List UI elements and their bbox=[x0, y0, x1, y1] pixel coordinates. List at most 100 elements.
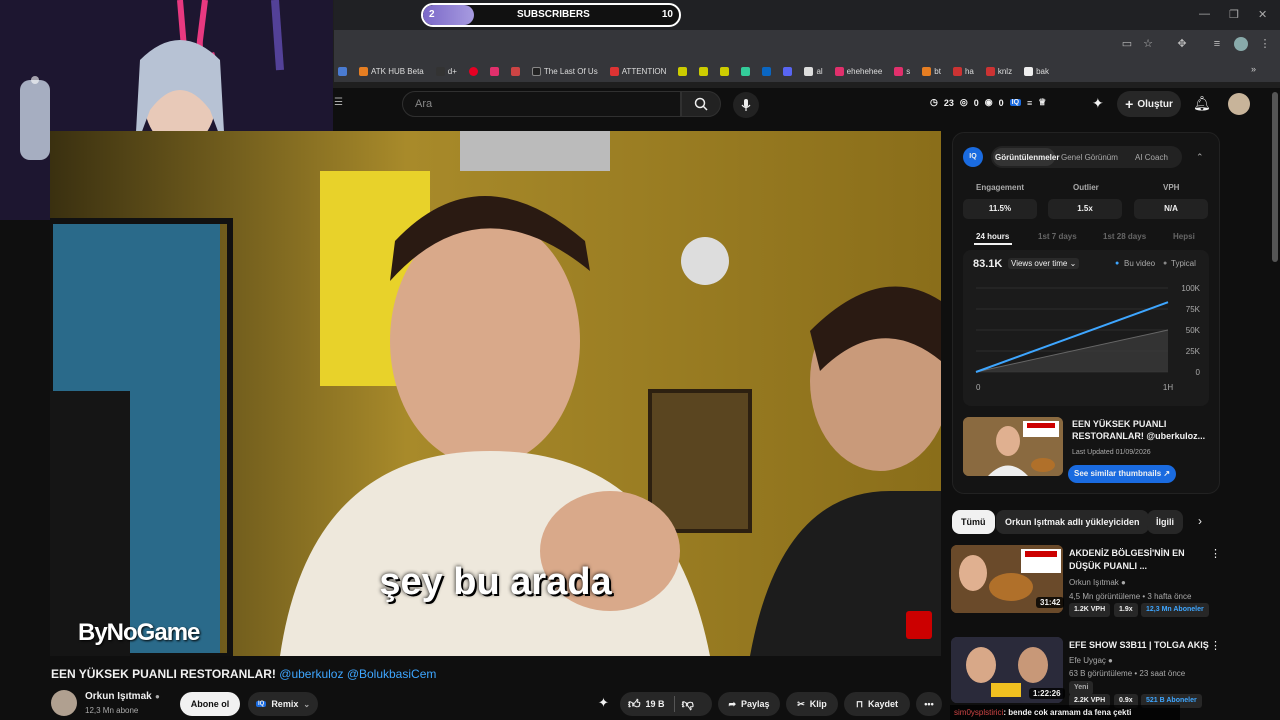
tab-views[interactable]: Görüntülenmeler bbox=[995, 153, 1059, 162]
bookmark-item[interactable]: ehehehee bbox=[834, 66, 882, 76]
sparkle-icon[interactable]: ✦ bbox=[598, 695, 609, 711]
media-icon[interactable]: ≡ bbox=[1210, 37, 1224, 51]
chevron-right-icon[interactable]: › bbox=[1198, 514, 1202, 528]
settings-icon[interactable]: ✦ bbox=[1092, 95, 1104, 112]
bookmark-item[interactable]: knlz bbox=[985, 66, 1012, 76]
range-24h[interactable]: 24 hours bbox=[976, 232, 1009, 241]
cast-icon[interactable]: ▭ bbox=[1120, 37, 1134, 51]
close-icon[interactable]: ✕ bbox=[1258, 8, 1267, 21]
bookmark-item[interactable] bbox=[338, 66, 347, 76]
legend-typical-dot: ● bbox=[1163, 260, 1168, 267]
avatar[interactable] bbox=[1228, 93, 1250, 115]
bookmark-item[interactable]: ha bbox=[952, 66, 974, 76]
channel-name[interactable]: Orkun Işıtmak bbox=[85, 691, 152, 702]
similar-thumbnails-button[interactable]: See similar thumbnails ↗ bbox=[1068, 465, 1177, 483]
stat-engagement-label: Engagement bbox=[976, 183, 1025, 192]
bookmark-item[interactable] bbox=[720, 66, 730, 76]
bookmark-item[interactable]: ATK HUB Beta bbox=[359, 66, 424, 76]
create-button[interactable]: + Oluştur bbox=[1117, 91, 1181, 117]
bookmark-item[interactable]: d+ bbox=[435, 66, 457, 76]
views-mode-dropdown[interactable]: Views over time ⌄ bbox=[1008, 258, 1080, 269]
dislike-icon[interactable]: 👎︎ bbox=[682, 697, 694, 712]
channel-avatar[interactable] bbox=[51, 690, 77, 716]
like-icon[interactable]: 👍︎ bbox=[628, 697, 641, 712]
search-icon bbox=[694, 97, 708, 111]
profile-icon[interactable] bbox=[1234, 37, 1248, 51]
stat-vph-value: N/A bbox=[1134, 199, 1208, 219]
bookmark-item[interactable] bbox=[510, 66, 520, 76]
clip-button[interactable]: ✂ Klip bbox=[786, 692, 838, 716]
bookmarks-overflow-icon[interactable]: » bbox=[1251, 64, 1256, 74]
bookmark-item[interactable] bbox=[678, 66, 688, 76]
search-button[interactable] bbox=[681, 91, 721, 117]
bookmark-item[interactable] bbox=[741, 66, 751, 76]
bookmark-icon bbox=[435, 66, 445, 76]
more-button[interactable]: ••• bbox=[916, 692, 942, 716]
star-icon[interactable]: ☆ bbox=[1141, 37, 1155, 51]
subscribe-watermark-icon[interactable] bbox=[906, 611, 932, 639]
menu-icon[interactable]: ⋮ bbox=[1258, 37, 1272, 51]
save-button[interactable]: ⊓ Kaydet bbox=[844, 692, 910, 716]
stat-outlier-label: Outlier bbox=[1073, 183, 1099, 192]
like-count[interactable]: 19 B bbox=[646, 699, 665, 709]
scissors-icon: ✂ bbox=[797, 698, 805, 709]
extensions-icon[interactable]: ✥ bbox=[1175, 37, 1189, 51]
video-player[interactable]: şey bu arada ByNoGame bbox=[50, 131, 941, 656]
bookmark-item[interactable] bbox=[468, 66, 478, 76]
chip-related[interactable]: İlgili bbox=[1147, 510, 1183, 534]
bookmark-item[interactable]: bt bbox=[922, 66, 941, 76]
remix-button[interactable]: IQ Remix ⌄ bbox=[248, 692, 318, 716]
more-vert-icon[interactable]: ⋮ bbox=[1210, 639, 1221, 652]
bookmark-item[interactable] bbox=[699, 66, 709, 76]
thumbnail-title: EEN YÜKSEK PUANLI RESTORANLAR! @uberkulo… bbox=[1072, 419, 1206, 441]
voice-search-button[interactable] bbox=[733, 92, 759, 118]
bookmark-icon bbox=[741, 66, 751, 76]
page-scrollbar[interactable] bbox=[1272, 92, 1278, 262]
range-7d[interactable]: 1st 7 days bbox=[1038, 232, 1077, 241]
bookmark-item[interactable]: The Last Of Us bbox=[531, 66, 598, 76]
more-vert-icon[interactable]: ⋮ bbox=[1210, 547, 1221, 560]
bookmark-item[interactable]: al bbox=[804, 66, 823, 76]
video-title-tags[interactable]: @uberkuloz @BolukbasiCem bbox=[279, 667, 436, 681]
chip-from-uploader[interactable]: Orkun Işıtmak adlı yükleyiciden bbox=[996, 510, 1149, 534]
trophy-icon[interactable]: ♕ bbox=[1038, 97, 1046, 108]
vidiq-icon[interactable]: IQ bbox=[1009, 99, 1022, 106]
search-input[interactable]: Ara bbox=[402, 91, 681, 117]
subscriber-goal-target: 10 bbox=[661, 9, 673, 20]
share-icon: ➦ bbox=[728, 698, 736, 709]
bookmark-item[interactable]: s bbox=[894, 66, 910, 76]
plus-icon: + bbox=[1125, 96, 1134, 112]
bookmark-item[interactable]: ATTENTION bbox=[609, 66, 666, 76]
notification-icon[interactable]: 🔔︎ bbox=[1193, 95, 1211, 112]
rec-title[interactable]: AKDENİZ BÖLGESİ'NİN EN bbox=[1069, 547, 1185, 560]
tab-ai-coach[interactable]: AI Coach bbox=[1135, 153, 1168, 162]
bookmark-icon bbox=[922, 66, 932, 76]
bookmark-item[interactable] bbox=[783, 66, 793, 76]
hamburger-icon[interactable]: ☰ bbox=[334, 97, 343, 108]
maximize-icon[interactable]: ❐ bbox=[1229, 8, 1239, 21]
list-icon[interactable]: ≡ bbox=[1027, 98, 1032, 108]
thumbnail-image bbox=[963, 417, 1063, 476]
bookmark-item[interactable] bbox=[762, 66, 772, 76]
bookmark-item[interactable] bbox=[489, 66, 499, 76]
share-button[interactable]: ➦ Paylaş bbox=[718, 692, 780, 716]
rec-title-line2[interactable]: DÜŞÜK PUANLI ... bbox=[1069, 560, 1147, 573]
tab-overview[interactable]: Genel Görünüm bbox=[1061, 153, 1118, 162]
chip-all[interactable]: Tümü bbox=[952, 510, 995, 534]
rec-title[interactable]: EFE SHOW S3B11 | TOLGA AKIŞ bbox=[1069, 639, 1209, 652]
minimize-icon[interactable]: — bbox=[1199, 8, 1210, 20]
rec-meta: 63 B görüntüleme • 23 saat önce bbox=[1069, 669, 1186, 678]
rec-channel[interactable]: Efe Uygaç bbox=[1069, 656, 1106, 665]
range-28d[interactable]: 1st 28 days bbox=[1103, 232, 1146, 241]
collapse-icon[interactable]: ⌃ bbox=[1196, 152, 1204, 163]
bookmark-icon: ⊓ bbox=[855, 698, 863, 709]
subscribe-button[interactable]: Abone ol bbox=[180, 692, 240, 716]
video-thumbnail[interactable] bbox=[963, 417, 1063, 476]
like-dislike-group: 👍︎ 19 B 👎︎ bbox=[620, 692, 712, 716]
vidiq-icon: IQ bbox=[255, 701, 267, 707]
bookmark-item[interactable]: bak bbox=[1024, 66, 1049, 76]
subscriber-goal-label: SUBSCRIBERS bbox=[517, 9, 590, 20]
chat-user: sim0ysplstirici bbox=[954, 708, 1004, 717]
range-all[interactable]: Hepsi bbox=[1173, 232, 1195, 241]
rec-channel[interactable]: Orkun Işıtmak bbox=[1069, 578, 1119, 587]
